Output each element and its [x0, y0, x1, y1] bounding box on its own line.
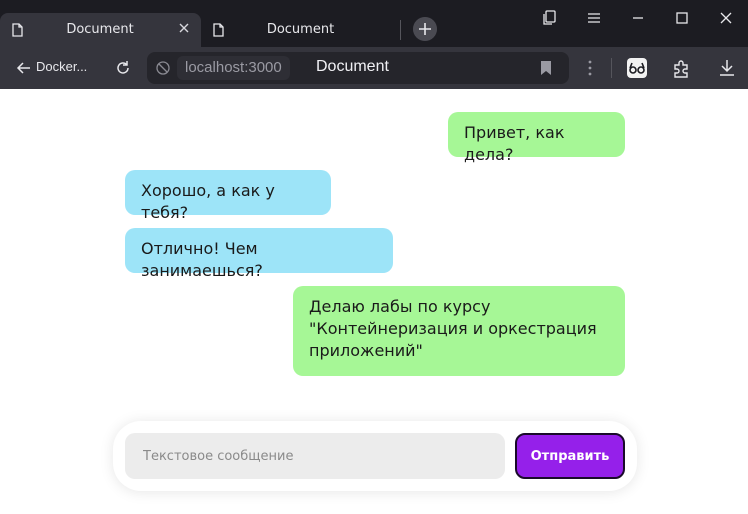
address-page-title: Document: [316, 58, 389, 75]
extensions-puzzle-icon[interactable]: [671, 57, 693, 79]
send-button[interactable]: Отправить: [515, 433, 625, 479]
tab-title: Document: [266, 22, 335, 37]
site-info-icon[interactable]: [155, 60, 171, 76]
message-bubble-sent: Делаю лабы по курсу "Контейнеризация и о…: [293, 286, 625, 376]
message-text: Делаю лабы по курсу "Контейнеризация и о…: [309, 297, 597, 360]
browser-toolbar: Docker... localhost:3000 Document: [0, 47, 748, 89]
message-input[interactable]: [125, 433, 505, 479]
url-host[interactable]: localhost:3000: [177, 56, 290, 80]
close-tab-icon[interactable]: [178, 22, 190, 34]
back-arrow-icon[interactable]: [14, 58, 34, 78]
message-text: Привет, как дела?: [464, 123, 565, 164]
close-window-icon[interactable]: [716, 8, 736, 28]
bookmark-icon[interactable]: [539, 60, 553, 76]
message-text: Хорошо, а как у тебя?: [141, 181, 275, 222]
tab-collections-icon[interactable]: [540, 8, 560, 28]
message-bubble-sent: Привет, как дела?: [448, 112, 625, 164]
back-label[interactable]: Docker...: [36, 59, 87, 74]
tab-document-active[interactable]: Document: [0, 13, 201, 47]
message-bubble-received: Хорошо, а как у тебя?: [125, 170, 331, 222]
menu-icon[interactable]: [584, 8, 604, 28]
message-text: Отлично! Чем занимаешься?: [141, 239, 263, 280]
tab-title: Document: [66, 22, 134, 37]
reading-mode-icon[interactable]: [626, 57, 648, 79]
more-options-icon[interactable]: [579, 57, 601, 79]
minimize-icon[interactable]: [628, 8, 648, 28]
address-bar[interactable]: localhost:3000 Document: [147, 52, 569, 84]
toolbar-divider: [611, 58, 612, 78]
tab-divider: [400, 20, 401, 40]
tab-document[interactable]: Document: [201, 13, 400, 47]
download-icon[interactable]: [716, 57, 738, 79]
maximize-icon[interactable]: [672, 8, 692, 28]
tab-strip: Document Document: [0, 0, 748, 47]
message-bubble-received: Отлично! Чем занимаешься?: [125, 228, 393, 280]
reload-icon[interactable]: [113, 58, 133, 78]
new-tab-plus-icon[interactable]: [413, 17, 437, 41]
message-composer: Отправить: [113, 421, 637, 491]
